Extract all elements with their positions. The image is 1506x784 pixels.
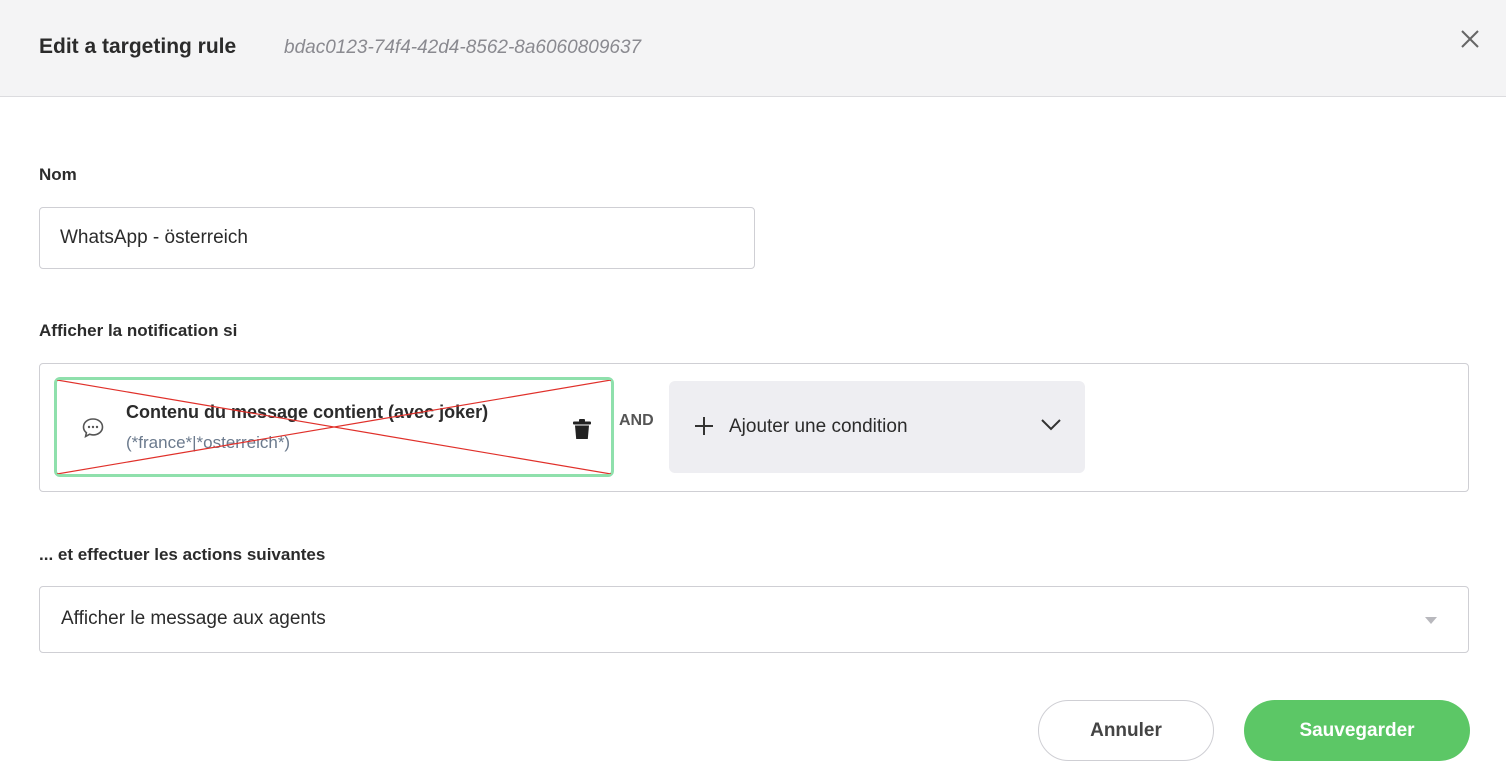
conditions-label: Afficher la notification si <box>39 321 238 340</box>
rule-id: bdac0123-74f4-42d4-8562-8a6060809637 <box>284 37 642 58</box>
condition-operator: AND <box>619 412 654 429</box>
close-icon <box>1461 30 1479 48</box>
dialog-header: Edit a targeting rule bdac0123-74f4-42d4… <box>0 0 1506 97</box>
close-button[interactable] <box>1455 24 1485 54</box>
trash-icon[interactable] <box>572 418 592 440</box>
condition-title: Contenu du message contient (avec joker) <box>126 402 489 422</box>
actions-select[interactable]: Afficher le message aux agents <box>39 586 1469 653</box>
actions-selected-value: Afficher le message aux agents <box>61 608 326 629</box>
cancel-button[interactable]: Annuler <box>1038 700 1214 761</box>
dialog-title: Edit a targeting rule <box>39 35 237 58</box>
add-condition-dropdown[interactable]: Ajouter une condition <box>669 381 1085 473</box>
condition-value: (*france*|*osterreich*) <box>126 433 291 452</box>
condition-card[interactable]: Contenu du message contient (avec joker)… <box>54 377 614 477</box>
cross-out-mark <box>57 380 611 474</box>
plus-icon <box>695 417 713 435</box>
name-input[interactable] <box>39 207 755 269</box>
save-button[interactable]: Sauvegarder <box>1244 700 1470 761</box>
actions-label: ... et effectuer les actions suivantes <box>39 545 326 564</box>
chevron-down-icon <box>1041 419 1061 431</box>
chat-bubble-icon <box>82 418 104 439</box>
name-label: Nom <box>39 165 77 184</box>
caret-down-icon <box>1425 617 1437 624</box>
add-condition-label: Ajouter une condition <box>729 416 908 437</box>
